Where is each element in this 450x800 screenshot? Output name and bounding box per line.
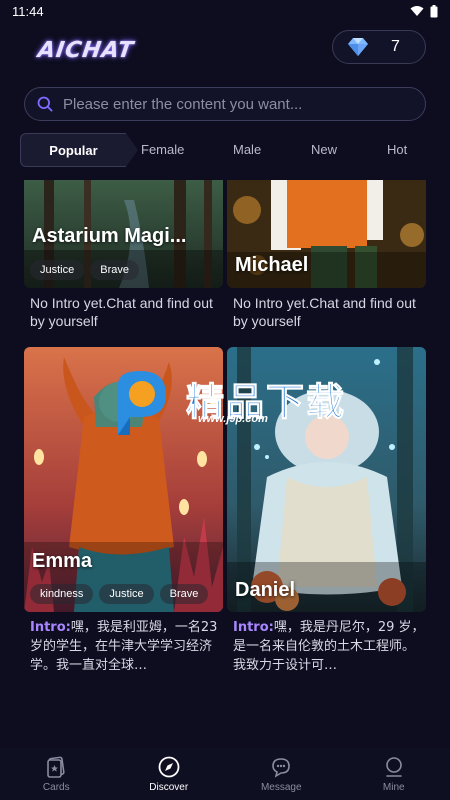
tag-list: kindness Justice Brave [30,584,209,604]
character-grid: Astarium Magi... Justice Brave No Intro … [0,180,450,748]
character-name: Astarium Magi... [32,225,187,247]
tab-male[interactable]: Male [233,142,261,157]
character-name: Michael [235,254,309,276]
tab-new[interactable]: New [311,142,337,157]
watermark-logo-icon [118,371,166,435]
character-name: Daniel [235,579,296,601]
chat-bubble-icon [272,757,291,778]
wifi-icon [410,6,424,16]
app-header: AICHAT 7 [0,28,450,68]
character-intro: No Intro yet.Chat and find out by yourse… [30,295,213,329]
nav-label: Discover [149,781,189,793]
character-intro: Intro:嘿，我是丹尼尔，29 岁，是一名来自伦敦的土木工程师。我致力于设计可… [227,618,426,676]
character-intro: Intro:嘿，我是利亚姆，一名23 岁的学生，在牛津大学学习经济学。我一直对全… [24,618,223,676]
nav-label: Message [260,781,302,793]
nav-mine[interactable]: Mine [338,748,450,800]
search-input[interactable] [63,95,403,113]
nav-label: Cards [42,781,70,793]
tag: Brave [90,260,139,280]
tab-female[interactable]: Female [141,142,184,157]
profile-icon [385,756,402,777]
character-card[interactable]: Michael No Intro yet.Chat and find out b… [227,180,426,330]
gem-icon [348,38,368,56]
nav-discover[interactable]: Discover [113,748,226,800]
bottom-nav: Cards Discover Message Mine [0,748,450,800]
tag: kindness [30,584,94,604]
intro-label: Intro: [233,620,274,635]
tab-hot[interactable]: Hot [387,142,407,157]
character-image: Astarium Magi... Justice Brave [24,180,223,288]
app-logo: AICHAT [36,38,136,63]
nav-message[interactable]: Message [225,748,338,800]
battery-icon [430,4,438,17]
intro-label: Intro: [30,620,71,635]
gem-balance-button[interactable]: 7 [332,30,426,64]
character-name: Emma [32,550,93,572]
status-time: 11:44 [12,3,44,19]
tag: Justice [99,584,154,604]
tag-list: Justice Brave [30,260,139,280]
nav-cards[interactable]: Cards [0,748,113,800]
tag: Justice [30,260,85,280]
category-tabs: Popular Female Male New Hot [20,133,450,167]
status-bar: 11:44 [0,0,450,22]
gem-count: 7 [391,38,400,55]
watermark-url: www.j9p.com [198,413,268,425]
watermark: 精品下载 www.j9p.com [100,365,360,445]
character-card[interactable]: Astarium Magi... Justice Brave No Intro … [24,180,223,330]
search-icon [37,96,53,112]
tag: Brave [159,584,209,604]
tab-popular[interactable]: Popular [20,133,138,167]
character-image: Michael [227,180,426,288]
compass-icon [158,756,180,777]
character-intro: No Intro yet.Chat and find out by yourse… [233,295,416,329]
nav-label: Mine [382,781,405,793]
cards-icon [47,756,65,778]
search-bar[interactable] [24,87,426,121]
